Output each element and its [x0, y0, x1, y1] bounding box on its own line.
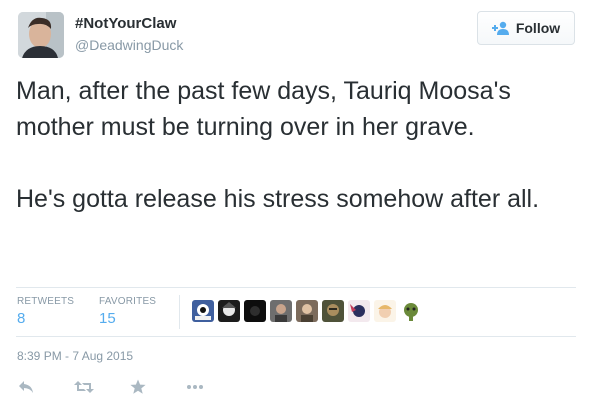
retweet-icon [74, 380, 94, 394]
favoriters-avatars [192, 300, 422, 322]
retweet-button[interactable] [74, 376, 130, 398]
favoriter-avatar[interactable] [322, 300, 344, 322]
retweets-stat[interactable]: RETWEETS 8 [17, 296, 74, 327]
reply-button[interactable] [18, 376, 74, 398]
favoriter-avatar[interactable] [296, 300, 318, 322]
author-display-name[interactable]: #NotYourClaw [75, 15, 176, 32]
stats-divider [179, 295, 180, 329]
tweet-paragraph: He's gotta release his stress somehow af… [16, 185, 540, 213]
favoriter-avatar[interactable] [400, 300, 422, 322]
favoriter-avatar[interactable] [218, 300, 240, 322]
tweet-actions [18, 376, 242, 398]
follow-person-icon [491, 21, 510, 35]
author-avatar-image [18, 12, 64, 58]
retweets-label: RETWEETS [17, 296, 75, 307]
follow-button-label: Follow [515, 20, 561, 36]
follow-button[interactable]: Follow [477, 11, 575, 45]
favoriter-avatar[interactable] [270, 300, 292, 322]
tweet-stats: RETWEETS 8 FAVORITES 15 [16, 287, 576, 337]
favorites-count: 15 [99, 310, 116, 327]
favorites-stat[interactable]: FAVORITES 15 [99, 296, 156, 327]
favoriter-avatar[interactable] [244, 300, 266, 322]
author-avatar[interactable] [18, 12, 64, 58]
tweet-timestamp[interactable]: 8:39 PM - 7 Aug 2015 [17, 349, 133, 363]
tweet-text: Man, after the past few days, Tauriq Moo… [16, 73, 591, 217]
author-handle[interactable]: @DeadwingDuck [75, 37, 183, 53]
retweets-count: 8 [17, 310, 26, 327]
more-button[interactable] [186, 376, 242, 398]
favorites-label: FAVORITES [99, 296, 157, 307]
reply-icon [18, 380, 34, 394]
more-icon [186, 384, 204, 390]
favoriter-avatar[interactable] [348, 300, 370, 322]
favoriter-avatar[interactable] [374, 300, 396, 322]
favoriter-avatar[interactable] [192, 300, 214, 322]
favorite-button[interactable] [130, 376, 186, 398]
favorite-icon [130, 379, 146, 395]
tweet-paragraph: Man, after the past few days, Tauriq Moo… [16, 77, 511, 141]
